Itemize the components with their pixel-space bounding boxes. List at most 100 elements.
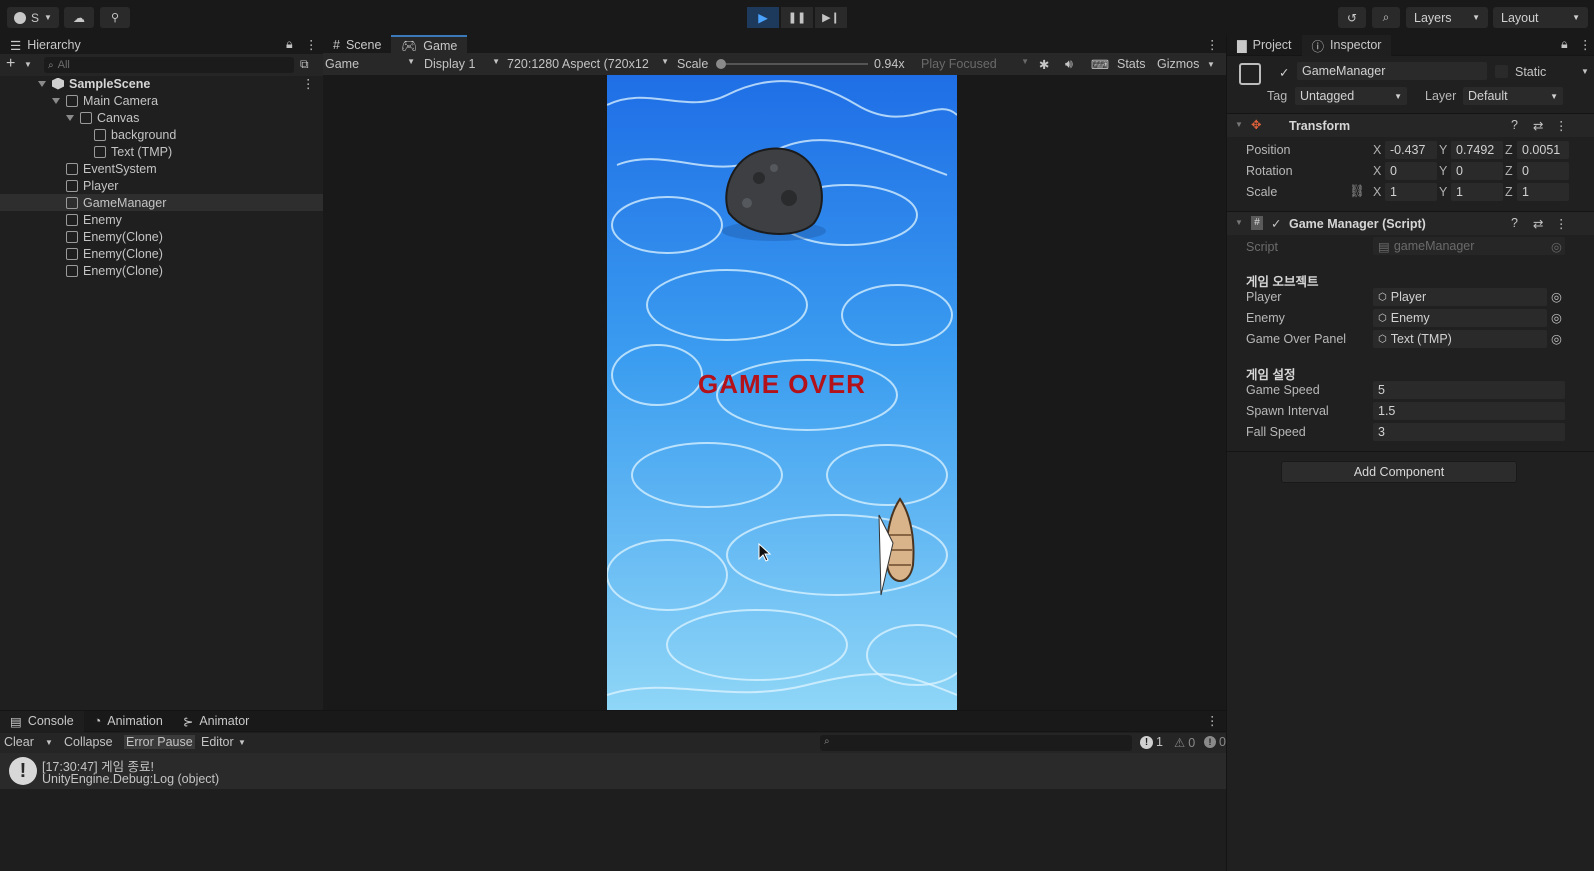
hierarchy-item[interactable]: background [0,126,323,143]
help-icon[interactable]: ? [1511,216,1518,230]
aspect-dropdown[interactable]: 720:1280 Aspect (720x12 ▼ [507,57,669,71]
clear-button[interactable]: Clear [4,735,34,749]
scale-slider[interactable] [716,59,868,69]
expand-icon[interactable] [66,114,74,121]
transform-position-x-field[interactable]: -0.437 [1385,141,1437,159]
tag-dropdown[interactable]: Untagged ▼ [1295,87,1407,105]
add-component-label: Add Component [1353,465,1445,479]
transform-rotation-x-field[interactable]: 0 [1385,162,1437,180]
collapse-toggle[interactable]: Collapse [64,735,113,749]
transform-scale-z-field[interactable]: 1 [1517,183,1569,201]
transform-header[interactable]: ▼ ✥ Transform ? ⇄ ⋮ [1227,113,1594,137]
expand-icon[interactable] [52,97,60,104]
hierarchy-item[interactable]: Enemy(Clone) [0,228,323,245]
gizmos-button[interactable]: Gizmos [1157,57,1199,71]
tab-hierarchy[interactable]: ☰ Hierarchy [0,34,91,56]
more-icon[interactable]: ⋮ [1555,216,1568,231]
hierarchy-item[interactable]: Main Camera [0,92,323,109]
hierarchy-item[interactable]: EventSystem [0,160,323,177]
layout-dropdown[interactable]: Layout ▼ [1493,7,1588,28]
log-count-toggle[interactable]: ! 1 [1140,735,1163,749]
lock-icon[interactable]: 🔒︎ [286,37,293,52]
object-picker-icon[interactable]: ◎ [1551,331,1562,346]
tab-console[interactable]: ▤ Console [0,710,84,732]
game-over-panel-reference-field[interactable]: ⬡ Text (TMP) [1373,330,1547,348]
more-icon[interactable]: ⋮ [305,37,318,52]
enemy-reference-field[interactable]: ⬡ Enemy [1373,309,1547,327]
mode-dropdown[interactable]: Game ▼ [325,57,415,71]
constrain-proportions-icon[interactable]: ⛓ [1349,184,1365,199]
add-component-button[interactable]: Add Component [1281,461,1517,483]
editor-dropdown[interactable]: Editor [201,735,234,749]
account-dropdown[interactable]: S ▼ [7,7,59,28]
chevron-down-icon[interactable]: ▼ [45,738,53,747]
filter-icon[interactable]: ⧉ [300,57,309,72]
tab-project[interactable]: ▇ Project [1227,35,1302,56]
warning-count-toggle[interactable]: ⚠ 0 [1174,735,1195,751]
game-viewport[interactable]: GAME OVER [607,75,957,710]
step-button[interactable]: ▶❙ [815,7,847,28]
add-icon[interactable]: + [6,55,15,73]
more-icon[interactable]: ⋮ [1579,37,1592,52]
chevron-down-icon[interactable]: ▼ [1207,60,1215,69]
hierarchy-search-input[interactable]: ⌕ All [44,57,294,73]
hierarchy-item[interactable]: GameManager [0,194,323,211]
active-checkbox[interactable]: ✓ [1279,65,1289,80]
help-icon[interactable]: ? [1511,118,1518,132]
scale-slider-thumb[interactable] [716,59,726,69]
stats-button[interactable]: Stats [1117,57,1146,71]
static-checkbox[interactable] [1495,65,1508,78]
transform-position-z-field[interactable]: 0.0051 [1517,141,1569,159]
console-log-entry[interactable]: ! [17:30:47] 게임 종료! UnityEngine.Debug:Lo… [0,753,1226,789]
lock-icon[interactable]: 🔒︎ [1561,37,1568,52]
hierarchy-item[interactable]: Canvas [0,109,323,126]
speaker-icon[interactable]: 🔊︎ [1065,57,1073,72]
console-search-input[interactable]: ⌕ [820,735,1132,751]
spawn-interval-field[interactable]: 1.5 [1373,402,1565,420]
object-picker-icon[interactable]: ◎ [1551,289,1562,304]
layer-dropdown[interactable]: Default ▼ [1463,87,1563,105]
history-button[interactable]: ↺ [1338,7,1366,28]
version-control-button[interactable]: ⚲ [100,7,130,28]
preset-icon[interactable]: ⇄ [1533,118,1543,133]
display-dropdown[interactable]: Display 1 ▼ [424,57,500,71]
play-button[interactable]: ▶ [747,7,779,28]
error-count-toggle[interactable]: ! 0 [1204,735,1226,749]
layers-dropdown[interactable]: Layers ▼ [1406,7,1488,28]
more-icon[interactable]: ⋮ [1206,713,1219,728]
preset-icon[interactable]: ⇄ [1533,216,1543,231]
fall-speed-field[interactable]: 3 [1373,423,1565,441]
cloud-button[interactable]: ☁ [64,7,94,28]
tab-animator[interactable]: ⊱ Animator [173,711,260,732]
search-button[interactable]: ⌕ [1372,7,1400,28]
component-enabled-checkbox[interactable]: ✓ [1271,216,1281,231]
keyboard-icon[interactable]: ⌨ [1091,57,1109,72]
script-component-header[interactable]: ▼ # ✓ Game Manager (Script) ? ⇄ ⋮ [1227,211,1594,235]
tab-animation[interactable]: ◔ Animation [84,711,173,732]
transform-rotation-z-field[interactable]: 0 [1517,162,1569,180]
more-icon[interactable]: ⋮ [1555,118,1568,133]
transform-scale-x-field[interactable]: 1 [1385,183,1437,201]
more-icon[interactable]: ⋮ [302,76,315,91]
hierarchy-item[interactable]: Text (TMP) [0,143,323,160]
tab-inspector[interactable]: ⓘ Inspector [1301,34,1392,56]
hierarchy-item[interactable]: Enemy(Clone) [0,245,323,262]
transform-scale-y-field[interactable]: 1 [1451,183,1503,201]
bug-icon[interactable]: ✱ [1039,57,1049,72]
pause-button[interactable]: ❚❚ [781,7,813,28]
more-icon[interactable]: ⋮ [1206,37,1219,52]
object-picker-icon[interactable]: ◎ [1551,310,1562,325]
chevron-down-icon[interactable]: ▼ [1581,67,1589,76]
error-pause-toggle[interactable]: Error Pause [124,735,195,749]
hierarchy-item[interactable]: Player [0,177,323,194]
transform-position-y-field[interactable]: 0.7492 [1451,141,1503,159]
scene-row[interactable]: SampleScene ⋮ [38,75,323,92]
play-focused-dropdown[interactable]: Play Focused ▼ [921,57,1029,71]
hierarchy-item[interactable]: Enemy(Clone) [0,262,323,279]
object-name-field[interactable]: GameManager [1297,62,1487,80]
player-reference-field[interactable]: ⬡ Player [1373,288,1547,306]
game-speed-field[interactable]: 5 [1373,381,1565,399]
target-icon[interactable]: ◎ [1551,239,1562,254]
transform-rotation-y-field[interactable]: 0 [1451,162,1503,180]
hierarchy-item[interactable]: Enemy [0,211,323,228]
